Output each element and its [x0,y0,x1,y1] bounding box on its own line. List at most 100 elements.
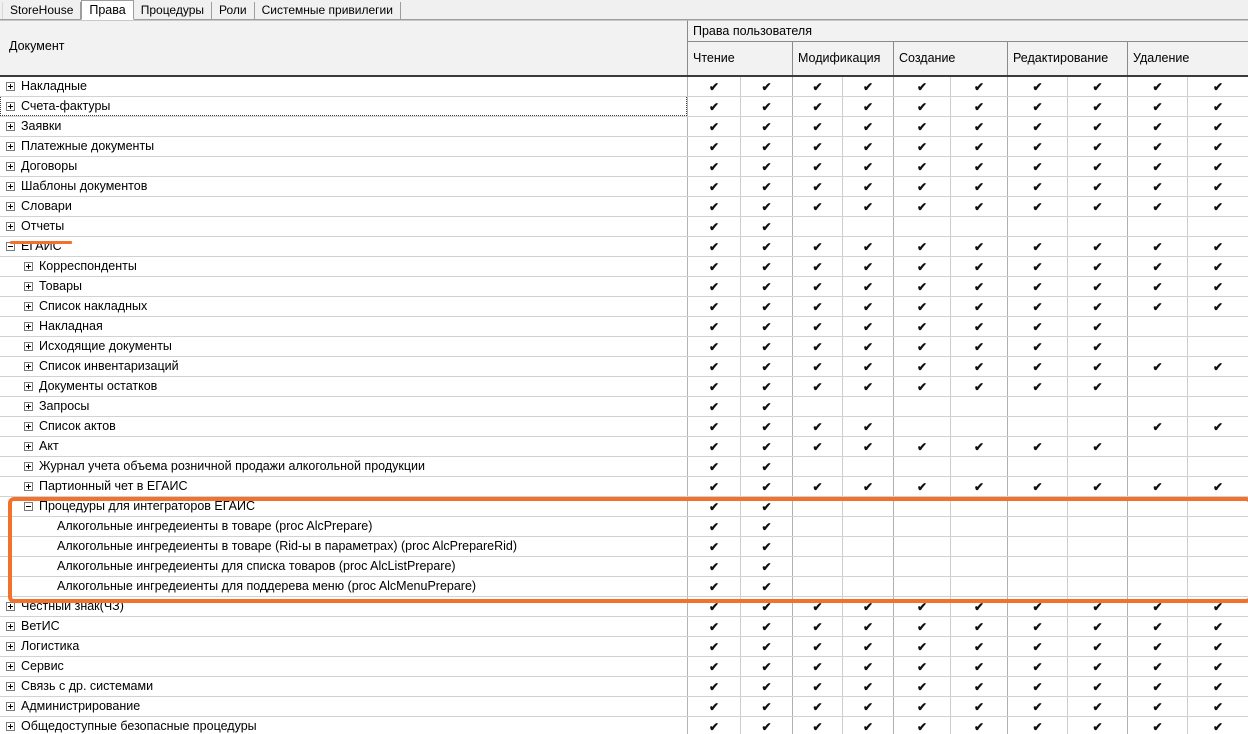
permission-cell[interactable] [1128,497,1188,516]
permission-cell[interactable]: ✔ [793,117,843,136]
permission-cell[interactable]: ✔ [741,537,793,556]
table-row[interactable]: Логистика ✔ ✔ ✔ ✔ ✔ ✔ ✔ ✔ ✔ ✔ [0,637,1248,657]
permission-cell[interactable] [793,457,843,476]
permission-cell[interactable]: ✔ [894,617,951,636]
permission-cell[interactable]: ✔ [843,597,894,616]
permission-cell[interactable]: ✔ [1008,617,1068,636]
permission-cell[interactable]: ✔ [1188,197,1248,216]
permission-cell[interactable]: ✔ [741,217,793,236]
permission-cell[interactable]: ✔ [843,197,894,216]
permission-cell[interactable]: ✔ [1128,297,1188,316]
table-row[interactable]: Шаблоны документов ✔ ✔ ✔ ✔ ✔ ✔ ✔ ✔ ✔ ✔ [0,177,1248,197]
permission-cell[interactable]: ✔ [793,677,843,696]
permission-cell[interactable]: ✔ [793,237,843,256]
permission-cell[interactable] [1128,577,1188,596]
permission-cell[interactable]: ✔ [894,357,951,376]
permission-cell[interactable] [1068,457,1128,476]
permission-cell[interactable]: ✔ [741,257,793,276]
permission-cell[interactable]: ✔ [688,257,741,276]
permission-cell[interactable]: ✔ [1068,237,1128,256]
permission-cell[interactable]: ✔ [1128,177,1188,196]
permission-cell[interactable]: ✔ [688,537,741,556]
permission-cell[interactable]: ✔ [1008,357,1068,376]
permission-cell[interactable] [951,557,1008,576]
table-row[interactable]: Словари ✔ ✔ ✔ ✔ ✔ ✔ ✔ ✔ ✔ ✔ [0,197,1248,217]
header-document-column[interactable]: Документ [0,20,688,75]
permission-cell[interactable] [1068,397,1128,416]
permission-cell[interactable]: ✔ [1128,97,1188,116]
permission-cell[interactable]: ✔ [843,677,894,696]
permission-cell[interactable]: ✔ [951,197,1008,216]
table-row[interactable]: Алкогольные ингредеиенты в товаре (proc … [0,517,1248,537]
permission-cell[interactable] [793,557,843,576]
permission-cell[interactable]: ✔ [741,157,793,176]
permission-cell[interactable]: ✔ [894,237,951,256]
permission-cell[interactable]: ✔ [741,417,793,436]
permission-cell[interactable]: ✔ [951,317,1008,336]
row-document-cell[interactable]: Алкогольные ингредеиенты для списка това… [0,557,688,576]
permission-cell[interactable]: ✔ [951,357,1008,376]
permission-cell[interactable] [951,397,1008,416]
permission-cell[interactable]: ✔ [1128,637,1188,656]
permission-cell[interactable]: ✔ [843,117,894,136]
permission-cell[interactable]: ✔ [843,77,894,96]
permission-cell[interactable]: ✔ [1188,297,1248,316]
permission-cell[interactable]: ✔ [843,717,894,734]
tab-3[interactable]: Роли [212,2,255,19]
permission-cell[interactable]: ✔ [688,297,741,316]
permission-cell[interactable]: ✔ [843,417,894,436]
permission-cell[interactable]: ✔ [1068,117,1128,136]
table-row[interactable]: Список инвентаризаций ✔ ✔ ✔ ✔ ✔ ✔ ✔ ✔ ✔ ✔ [0,357,1248,377]
permission-cell[interactable]: ✔ [951,297,1008,316]
permission-cell[interactable] [1128,337,1188,356]
permission-cell[interactable]: ✔ [741,237,793,256]
permission-cell[interactable] [843,497,894,516]
permission-cell[interactable]: ✔ [894,717,951,734]
row-document-cell[interactable]: Исходящие документы [0,337,688,356]
row-document-cell[interactable]: Словари [0,197,688,216]
permission-cell[interactable]: ✔ [793,337,843,356]
plus-icon[interactable] [6,102,15,111]
header-column-0[interactable]: Чтение [688,42,793,75]
permission-cell[interactable] [1008,217,1068,236]
permission-cell[interactable] [1188,457,1248,476]
permission-cell[interactable]: ✔ [688,197,741,216]
permission-cell[interactable]: ✔ [1068,617,1128,636]
permission-cell[interactable]: ✔ [793,437,843,456]
plus-icon[interactable] [24,442,33,451]
permission-cell[interactable]: ✔ [843,297,894,316]
permission-cell[interactable]: ✔ [793,697,843,716]
permission-cell[interactable]: ✔ [793,637,843,656]
permission-cell[interactable]: ✔ [688,137,741,156]
permission-cell[interactable]: ✔ [688,237,741,256]
permission-cell[interactable]: ✔ [1188,77,1248,96]
permission-cell[interactable]: ✔ [951,277,1008,296]
permission-cell[interactable] [1128,457,1188,476]
permission-cell[interactable]: ✔ [688,377,741,396]
table-row[interactable]: Договоры ✔ ✔ ✔ ✔ ✔ ✔ ✔ ✔ ✔ ✔ [0,157,1248,177]
permission-cell[interactable]: ✔ [793,477,843,496]
plus-icon[interactable] [6,122,15,131]
permission-cell[interactable] [1008,577,1068,596]
permission-cell[interactable] [843,557,894,576]
permission-cell[interactable]: ✔ [951,377,1008,396]
permission-cell[interactable] [1188,217,1248,236]
permission-cell[interactable]: ✔ [894,317,951,336]
permission-cell[interactable] [951,417,1008,436]
table-row[interactable]: Акт ✔ ✔ ✔ ✔ ✔ ✔ ✔ ✔ [0,437,1248,457]
plus-icon[interactable] [6,722,15,731]
plus-icon[interactable] [24,262,33,271]
permission-cell[interactable]: ✔ [741,577,793,596]
permission-cell[interactable]: ✔ [843,377,894,396]
permission-cell[interactable]: ✔ [843,257,894,276]
permission-cell[interactable]: ✔ [1128,697,1188,716]
permission-cell[interactable]: ✔ [793,277,843,296]
permission-cell[interactable]: ✔ [1188,417,1248,436]
table-row[interactable]: ВетИС ✔ ✔ ✔ ✔ ✔ ✔ ✔ ✔ ✔ ✔ [0,617,1248,637]
permission-cell[interactable]: ✔ [688,97,741,116]
row-document-cell[interactable]: Журнал учета объема розничной продажи ал… [0,457,688,476]
permission-cell[interactable]: ✔ [1008,377,1068,396]
table-row[interactable]: Отчеты ✔ ✔ [0,217,1248,237]
table-row[interactable]: Алкогольные ингредеиенты в товаре (Rid-ы… [0,537,1248,557]
permission-cell[interactable]: ✔ [688,697,741,716]
